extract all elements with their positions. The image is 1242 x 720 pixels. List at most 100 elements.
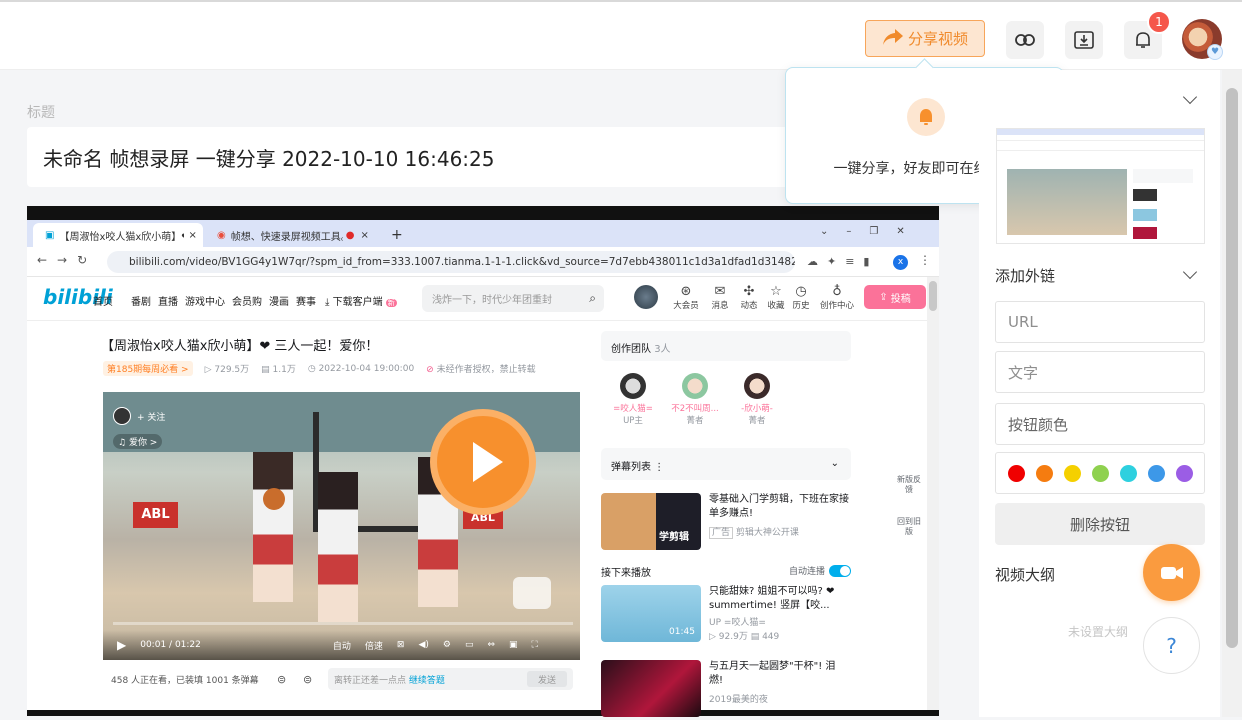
settings-icon[interactable]: ⚙ bbox=[443, 640, 451, 650]
page-scrollbar[interactable] bbox=[1222, 70, 1242, 717]
bili-video-player[interactable]: ABL ABL + 关注 ♫ 爱你 > ▶ 00:01 / 01:22 自动 倍… bbox=[103, 392, 580, 660]
no-repost: ⊘ 未经作者授权，禁止转载 bbox=[426, 365, 536, 375]
new-version-feedback[interactable]: 新版反馈 bbox=[897, 475, 921, 495]
autoplay-toggle[interactable]: 自动连播 bbox=[789, 564, 852, 577]
browser-menu-icon[interactable]: ⋮ bbox=[919, 253, 931, 267]
auto-quality[interactable]: 自动 bbox=[333, 639, 351, 652]
address-bar[interactable]: bilibili.com/video/BV1GG4y1W7qr/?spm_id_… bbox=[107, 251, 795, 273]
danmaku-off-icon[interactable]: ⊠ bbox=[397, 640, 405, 650]
favorite-icon[interactable]: ☆ 收藏 bbox=[763, 285, 789, 312]
dynamic-icon[interactable]: ✣ 动态 bbox=[736, 285, 762, 312]
delete-button[interactable]: 删除按钮 bbox=[995, 503, 1205, 545]
url-text: bilibili.com/video/BV1GG4y1W7qr/?spm_id_… bbox=[129, 256, 795, 268]
text-input[interactable]: 文字 bbox=[995, 351, 1205, 393]
weekly-tag[interactable]: 第185期每周必看 > bbox=[103, 361, 193, 376]
extension-icons[interactable]: ☁✦≡▮ bbox=[807, 255, 879, 268]
uploader-follow[interactable]: + 关注 bbox=[113, 407, 165, 425]
music-tag[interactable]: ♫ 爱你 > bbox=[113, 434, 163, 449]
nav-manga[interactable]: 漫画 bbox=[269, 293, 289, 308]
bell-icon bbox=[1136, 32, 1150, 48]
bili-avatar[interactable] bbox=[634, 285, 658, 309]
nav-bangumi[interactable]: 番剧 bbox=[131, 293, 151, 308]
play-icon[interactable]: ▶ bbox=[117, 638, 126, 652]
vip-icon[interactable]: ⊛ 大会员 bbox=[673, 285, 699, 312]
volume-icon[interactable]: ◀) bbox=[418, 640, 428, 650]
nav-live[interactable]: 直播 bbox=[158, 293, 178, 308]
recommended-video[interactable]: 01:45 只能甜妹? 姐姐不可以吗? ❤summertime! 竖屏【咬...… bbox=[601, 585, 851, 645]
window-controls[interactable]: ⌄–❐✕ bbox=[820, 226, 923, 237]
bili-search-input[interactable]: 浅炸一下，时代少年团重封 ⌕ bbox=[422, 285, 604, 312]
basketball bbox=[263, 488, 285, 510]
ad-card[interactable]: 学剪辑 零基础入门学剪辑，下班在家接单多赚点! 广告 剪辑大神公开课 bbox=[601, 493, 851, 553]
speed-control[interactable]: 倍速 bbox=[365, 639, 383, 652]
help-button[interactable]: ? bbox=[1143, 617, 1200, 674]
video-progress-bar[interactable] bbox=[113, 622, 573, 625]
recommended-video[interactable]: 与五月天一起圆梦"干杯"! 泪燃! 2019最美的夜 bbox=[601, 660, 851, 720]
bell-icon bbox=[907, 98, 945, 136]
share-video-button[interactable]: 分享视频 bbox=[865, 20, 985, 57]
message-icon[interactable]: ✉ 消息 bbox=[707, 285, 733, 312]
tab-label: 【周淑怡x咬人猫x欣小萌】❤ 三 bbox=[59, 231, 185, 243]
new-badge: 新 bbox=[385, 299, 397, 307]
color-swatch-red[interactable] bbox=[1007, 464, 1025, 482]
danmaku-send-button[interactable]: 发送 bbox=[527, 671, 567, 687]
tab-close-icon[interactable]: × bbox=[360, 230, 368, 241]
pip-icon[interactable]: ▭ bbox=[465, 640, 474, 650]
danmaku-bar: 458 人正在看，已装填 1001 条弹幕 ⊜ ⊜ 离转正还差一点点 继续答题 … bbox=[103, 662, 580, 696]
team-member[interactable]: =咬人猫= UP主 bbox=[603, 373, 663, 426]
views-count: ▷ 729.5万 bbox=[204, 365, 250, 375]
download-button[interactable] bbox=[1065, 21, 1103, 59]
rec-title: 与五月天一起圆梦"干杯"! 泪燃! bbox=[709, 661, 836, 686]
video-preview[interactable]: ▣ 【周淑怡x咬人猫x欣小萌】❤ 三 × ◉ 帧想、快速录屏视频工具。/ ● ×… bbox=[27, 206, 939, 717]
webfull-icon[interactable]: ▣ bbox=[509, 640, 518, 650]
browser-tab-active[interactable]: ▣ 【周淑怡x咬人猫x欣小萌】❤ 三 × bbox=[33, 223, 203, 247]
widescreen-icon[interactable]: ⇔ bbox=[487, 640, 495, 650]
share-arrow-icon bbox=[882, 28, 904, 50]
color-swatch-green[interactable] bbox=[1091, 464, 1109, 482]
color-swatch-orange[interactable] bbox=[1035, 464, 1053, 482]
team-member[interactable]: 不2不叫周... 菁者 bbox=[665, 373, 725, 426]
team-member[interactable]: -欣小萌- 菁者 bbox=[727, 373, 787, 426]
creator-icon[interactable]: ♁ 创作中心 bbox=[817, 285, 857, 312]
nav-download[interactable]: ⤓ 下载客户端 新 bbox=[325, 293, 397, 308]
search-icon[interactable]: ⌕ bbox=[589, 291, 596, 306]
tv-icon[interactable] bbox=[513, 577, 551, 609]
video-meta: 第185期每周必看 > ▷ 729.5万 ▤ 1.1万 ◷ 2022-10-04… bbox=[103, 361, 536, 376]
follow-label: + 关注 bbox=[137, 412, 166, 423]
bili-scrollbar[interactable] bbox=[927, 277, 939, 710]
color-swatch-yellow[interactable] bbox=[1063, 464, 1081, 482]
continue-answer-link[interactable]: 继续答题 bbox=[409, 673, 445, 686]
fullscreen-icon[interactable]: ⛶ bbox=[532, 640, 538, 650]
nav-game[interactable]: 游戏中心 bbox=[185, 293, 225, 308]
danmaku-settings-icon[interactable]: ⊜ bbox=[303, 673, 312, 686]
outline-label: 视频大纲 bbox=[995, 566, 1056, 584]
color-swatch-blue[interactable] bbox=[1147, 464, 1165, 482]
title-label: 标题 bbox=[27, 105, 55, 121]
danmaku-toggle-icon[interactable]: ⊜ bbox=[277, 673, 286, 686]
cover-thumbnail[interactable] bbox=[996, 128, 1205, 244]
button-color-input[interactable]: 按钮颜色 bbox=[995, 403, 1205, 445]
back-to-old-version[interactable]: 回到旧版 bbox=[897, 517, 921, 537]
danmaku-list-header[interactable]: 弹幕列表 ⋮ ⌄ bbox=[601, 448, 851, 480]
nav-arrows-icon[interactable]: ←→↻ bbox=[37, 253, 97, 267]
nav-shop[interactable]: 会员购 bbox=[232, 293, 262, 308]
nav-home[interactable]: 首页 bbox=[93, 293, 113, 308]
tab-close-icon[interactable]: × bbox=[188, 230, 196, 241]
publish-time: ◷ 2022-10-04 19:00:00 bbox=[307, 363, 415, 374]
record-button[interactable] bbox=[1143, 544, 1200, 601]
nav-match[interactable]: 赛事 bbox=[296, 293, 316, 308]
team-count: 3人 bbox=[654, 344, 671, 355]
browser-tab[interactable]: ◉ 帧想、快速录屏视频工具。/ ● × bbox=[205, 223, 375, 247]
color-swatch-purple[interactable] bbox=[1175, 464, 1193, 482]
danmaku-input[interactable]: 离转正还差一点点 继续答题 发送 bbox=[328, 668, 573, 690]
url-input[interactable]: URL bbox=[995, 301, 1205, 343]
new-tab-button[interactable]: + bbox=[379, 223, 403, 247]
post-button[interactable]: ⇪ 投稿 bbox=[864, 285, 926, 309]
danmaku-count: ▤ 1.1万 bbox=[261, 365, 296, 375]
play-overlay-button[interactable] bbox=[430, 409, 536, 515]
color-swatch-cyan[interactable] bbox=[1119, 464, 1137, 482]
history-icon[interactable]: ◷ 历史 bbox=[788, 285, 814, 312]
color-palette bbox=[995, 452, 1205, 494]
profile-icon[interactable]: x bbox=[893, 255, 908, 270]
copy-link-button[interactable] bbox=[1006, 21, 1044, 59]
